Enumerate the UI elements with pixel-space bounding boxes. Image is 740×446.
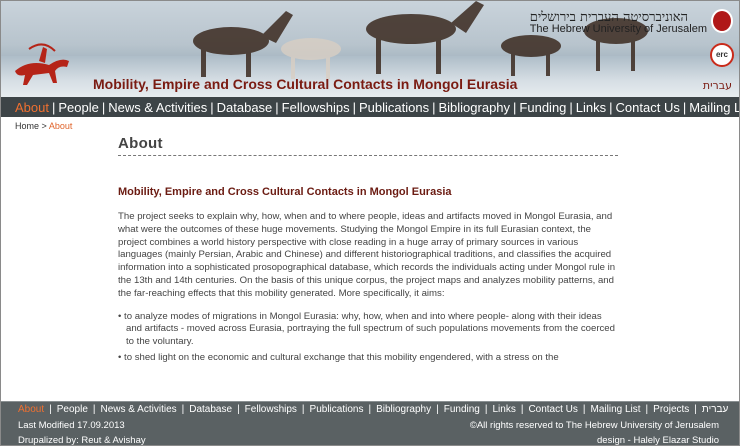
drupalized-credit: Drupalized by: Reut & Avishay [18, 435, 146, 446]
site-title[interactable]: Mobility, Empire and Cross Cultural Cont… [93, 76, 517, 92]
footer-nav-separator: | [582, 404, 586, 415]
main-nav: About | People | News & Activities | Databa… [1, 97, 739, 117]
footer-nav-separator: | [368, 404, 372, 415]
nav-separator: | [101, 99, 106, 115]
footer-nav-database[interactable]: Database [189, 404, 232, 415]
nav-bibliography[interactable]: Bibliography [438, 100, 510, 115]
nav-contact-us[interactable]: Contact Us [616, 100, 680, 115]
footer-nav-mailing-list[interactable]: Mailing List [591, 404, 641, 415]
footer-nav-publications[interactable]: Publications [310, 404, 364, 415]
page-title: About [118, 135, 618, 156]
design-credit[interactable]: design - Halely Elazar Studio [597, 435, 719, 445]
erc-logo[interactable]: erc [710, 43, 734, 67]
nav-separator: | [51, 99, 56, 115]
nav-separator: | [275, 99, 279, 115]
rider-logo-icon [15, 43, 69, 85]
university-seal-icon [711, 9, 733, 33]
list-item: to analyze modes of migrations in Mongol… [118, 311, 618, 349]
footer-nav-separator: | [49, 404, 52, 415]
page: Mobility, Empire and Cross Cultural Cont… [0, 0, 740, 446]
footer-nav-separator: | [484, 404, 488, 415]
footer-nav-funding[interactable]: Funding [444, 404, 480, 415]
footer-nav-about[interactable]: About [18, 404, 44, 415]
footer-nav-people[interactable]: People [57, 404, 88, 415]
aims-list: to analyze modes of migrations in Mongol… [118, 311, 618, 365]
section-heading: Mobility, Empire and Cross Cultural Cont… [118, 186, 452, 198]
nav-fellowships[interactable]: Fellowships [282, 100, 350, 115]
nav-news-activities[interactable]: News & Activities [108, 100, 207, 115]
list-item: to shed light on the economic and cultur… [118, 352, 618, 365]
breadcrumb: Home > About [15, 121, 72, 131]
university-name-english: The Hebrew University of Jerusalem [529, 23, 707, 35]
nav-mailing-list[interactable]: Mailing List [689, 100, 739, 115]
footer-nav-separator: | [92, 404, 96, 415]
main-content: About Mobility, Empire and Cross Cultura… [118, 135, 618, 368]
breadcrumb-home[interactable]: Home [15, 121, 39, 131]
footer-nav-hebrew[interactable]: עברית [702, 404, 728, 415]
nav-separator: | [210, 99, 214, 115]
university-logo[interactable]: האוניברסיטה העברית בירושלים The Hebrew U… [530, 9, 707, 35]
footer-nav-separator: | [645, 404, 649, 415]
nav-separator: | [569, 99, 573, 115]
nav-database[interactable]: Database [217, 100, 273, 115]
breadcrumb-current: About [48, 121, 73, 131]
footer-nav-links[interactable]: Links [492, 404, 515, 415]
copyright: ©All rights reserved to The Hebrew Unive… [469, 420, 719, 431]
nav-publications[interactable]: Publications [359, 100, 429, 115]
footer: Last Modified 17.09.2013 Drupalized by: … [1, 417, 739, 446]
footer-nav-bibliography[interactable]: Bibliography [376, 404, 431, 415]
footer-nav-separator: | [694, 404, 697, 415]
footer-nav-projects[interactable]: Projects [653, 404, 689, 415]
nav-separator: | [682, 99, 687, 115]
footer-nav-separator: | [301, 404, 305, 415]
nav-funding[interactable]: Funding [519, 100, 566, 115]
breadcrumb-separator: > [41, 121, 47, 131]
nav-people[interactable]: People [58, 100, 98, 115]
footer-nav-news-activities[interactable]: News & Activities [101, 404, 177, 415]
nav-separator: | [609, 99, 613, 115]
footer-nav-separator: | [237, 404, 240, 415]
header-banner: Mobility, Empire and Cross Cultural Cont… [1, 1, 739, 97]
footer-nav-separator: | [181, 404, 185, 415]
nav-separator: | [352, 99, 356, 115]
nav-separator: | [432, 99, 436, 115]
nav-links[interactable]: Links [576, 100, 606, 115]
footer-nav-fellowships[interactable]: Fellowships [245, 404, 297, 415]
nav-about[interactable]: About [15, 100, 49, 115]
hebrew-language-link[interactable]: עברית [703, 79, 732, 92]
footer-nav-contact-us[interactable]: Contact Us [528, 404, 577, 415]
footer-nav: About | People | News & Activities | Databa… [1, 401, 739, 417]
footer-nav-separator: | [436, 404, 439, 415]
intro-paragraph: The project seeks to explain why, how, w… [118, 211, 616, 299]
nav-separator: | [513, 99, 517, 115]
last-modified: Last Modified 17.09.2013 [18, 420, 125, 431]
footer-nav-separator: | [520, 404, 524, 415]
